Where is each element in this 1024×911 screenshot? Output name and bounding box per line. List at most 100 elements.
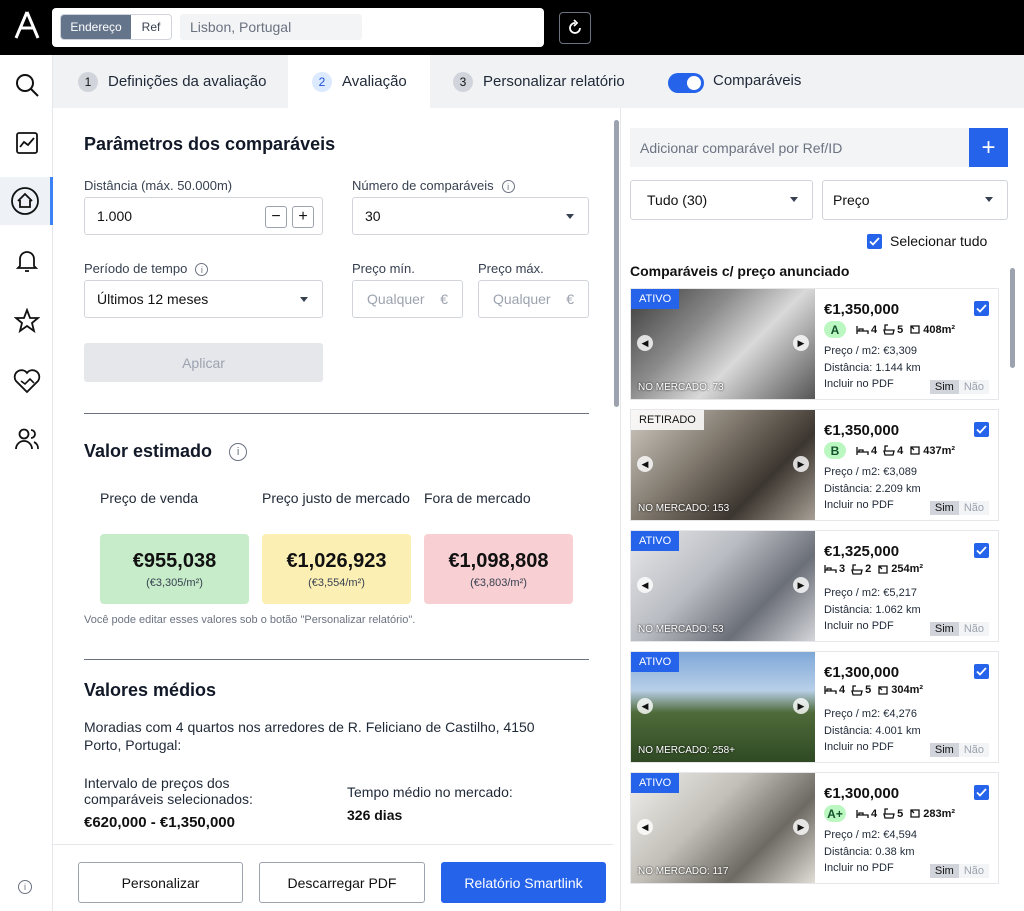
include-no-button[interactable]: Não [958,743,989,757]
include-pdf-label: Incluir no PDF [824,378,894,390]
info-icon[interactable]: i [18,880,32,894]
comparable-checkbox[interactable] [974,664,989,679]
distance-label: Distância: [824,362,876,374]
add-comparable-input[interactable]: Adicionar comparável por Ref/ID [630,128,969,167]
include-no-button[interactable]: Não [958,864,989,878]
tab-label: Avaliação [342,73,407,90]
sidebar-item-deals[interactable] [0,357,53,405]
tab-settings[interactable]: 1 Definições da avaliação [78,55,288,108]
area-value: 254m² [891,563,924,575]
comparable-price: €1,300,000 [824,785,900,802]
bedrooms: 4 [824,684,845,696]
apply-button[interactable]: Aplicar [84,343,323,382]
left-scrollbar[interactable] [614,120,619,407]
estimate-note: Você pode editar esses valores sob o bot… [84,614,416,626]
chevron-right-icon[interactable]: ▶ [793,456,809,472]
bedrooms-count: 4 [871,444,878,457]
comparables-toggle[interactable] [668,73,704,93]
currency-symbol: € [566,291,574,307]
distance-field[interactable]: 1.000 − + [84,197,323,235]
property-photo[interactable]: ATIVO ◀ ▶ NO MERCADO: 73 [631,289,815,399]
price-max-input[interactable]: Qualquer € [478,280,589,318]
sidebar-item-search[interactable] [0,61,53,109]
include-yes-button[interactable]: Sim [929,743,959,757]
include-no-button[interactable]: Não [958,622,989,636]
include-yes-button[interactable]: Sim [929,501,959,515]
increase-distance-button[interactable]: + [292,206,314,228]
include-pdf-toggle[interactable]: Sim Não [929,501,989,515]
filter-select[interactable]: Tudo (30) [630,180,813,220]
comparable-card[interactable]: ATIVO ◀ ▶ NO MERCADO: 73 €1,350,000 A 4 … [630,288,999,400]
property-photo[interactable]: ATIVO ◀ ▶ NO MERCADO: 258+ [631,652,815,762]
info-icon[interactable]: i [195,263,209,277]
property-photo[interactable]: ATIVO ◀ ▶ NO MERCADO: 53 [631,531,815,641]
include-no-button[interactable]: Não [958,501,989,515]
chevron-right-icon[interactable]: ▶ [793,335,809,351]
sort-select[interactable]: Preço [822,180,1008,220]
include-yes-button[interactable]: Sim [929,380,959,394]
select-all-checkbox[interactable] [867,233,882,249]
refresh-button[interactable] [559,12,591,44]
price-per-m2-label: Preço / m2: [824,587,884,599]
chevron-right-icon[interactable]: ▶ [793,698,809,714]
app-logo[interactable] [14,10,40,40]
location-input[interactable]: Lisbon, Portugal [180,14,362,40]
distance-value: 0.38 km [875,846,915,858]
comparable-checkbox[interactable] [974,422,989,437]
info-icon[interactable]: i [229,443,248,462]
chevron-left-icon[interactable]: ◀ [637,456,653,472]
estimate-title: Valor estimado i [84,441,248,462]
tab-valuation[interactable]: 2 Avaliação [288,55,430,108]
tab-customize-report[interactable]: 3 Personalizar relatório [453,55,653,108]
include-yes-button[interactable]: Sim [929,622,959,636]
info-icon[interactable]: i [501,180,515,194]
chevron-right-icon[interactable]: ▶ [793,819,809,835]
mode-ref-button[interactable]: Ref [131,15,171,39]
filter-value: Tudo (30) [647,192,708,208]
price-per-m2-label: Preço / m2: [824,708,884,720]
select-all-label: Selecionar tudo [890,233,988,249]
chevron-right-icon[interactable]: ▶ [793,577,809,593]
sidebar-item-alerts[interactable] [0,237,53,285]
comparable-card[interactable]: ATIVO ◀ ▶ NO MERCADO: 53 €1,325,000 3 2 … [630,530,999,642]
sidebar-item-valuation[interactable] [0,177,53,225]
sidebar-item-analytics[interactable] [0,119,53,167]
property-photo[interactable]: RETIRADO ◀ ▶ NO MERCADO: 153 [631,410,815,520]
include-pdf-toggle[interactable]: Sim Não [929,743,989,757]
include-pdf-toggle[interactable]: Sim Não [929,380,989,394]
distance-value: 1.062 km [875,604,921,616]
comparable-card[interactable]: ATIVO ◀ ▶ NO MERCADO: 258+ €1,300,000 4 … [630,651,999,763]
price-min-input[interactable]: Qualquer € [352,280,463,318]
period-select[interactable]: Últimos 12 meses [84,280,323,318]
mode-address-button[interactable]: Endereço [61,15,131,39]
sidebar-item-contacts[interactable] [0,415,53,463]
price-per-m2-value: €3,089 [883,466,917,478]
right-scrollbar[interactable] [1010,268,1015,368]
sidebar-item-favorites[interactable] [0,297,53,345]
chevron-left-icon[interactable]: ◀ [637,819,653,835]
include-no-button[interactable]: Não [958,380,989,394]
decrease-distance-button[interactable]: − [265,206,287,228]
count-select[interactable]: 30 [352,197,589,235]
comparable-card[interactable]: ATIVO ◀ ▶ NO MERCADO: 117 €1,300,000 A+ … [630,772,999,884]
property-photo[interactable]: ATIVO ◀ ▶ NO MERCADO: 117 [631,773,815,883]
download-pdf-button[interactable]: Descarregar PDF [259,862,425,903]
area-value: 304m² [891,684,924,696]
smartlink-report-button[interactable]: Relatório Smartlink [441,862,606,903]
comparable-checkbox[interactable] [974,785,989,800]
comparable-checkbox[interactable] [974,543,989,558]
bathrooms: 2 [851,563,871,575]
bath-icon [883,808,895,819]
select-all[interactable]: Selecionar tudo [867,233,987,249]
chevron-left-icon[interactable]: ◀ [637,335,653,351]
chevron-left-icon[interactable]: ◀ [637,698,653,714]
include-pdf-toggle[interactable]: Sim Não [929,864,989,878]
status-badge: RETIRADO [631,410,704,430]
comparable-card[interactable]: RETIRADO ◀ ▶ NO MERCADO: 153 €1,350,000 … [630,409,999,521]
chevron-left-icon[interactable]: ◀ [637,577,653,593]
include-pdf-toggle[interactable]: Sim Não [929,622,989,636]
include-yes-button[interactable]: Sim [929,864,959,878]
comparable-checkbox[interactable] [974,301,989,316]
add-comparable-button[interactable]: + [969,128,1008,167]
customize-button[interactable]: Personalizar [78,862,243,903]
